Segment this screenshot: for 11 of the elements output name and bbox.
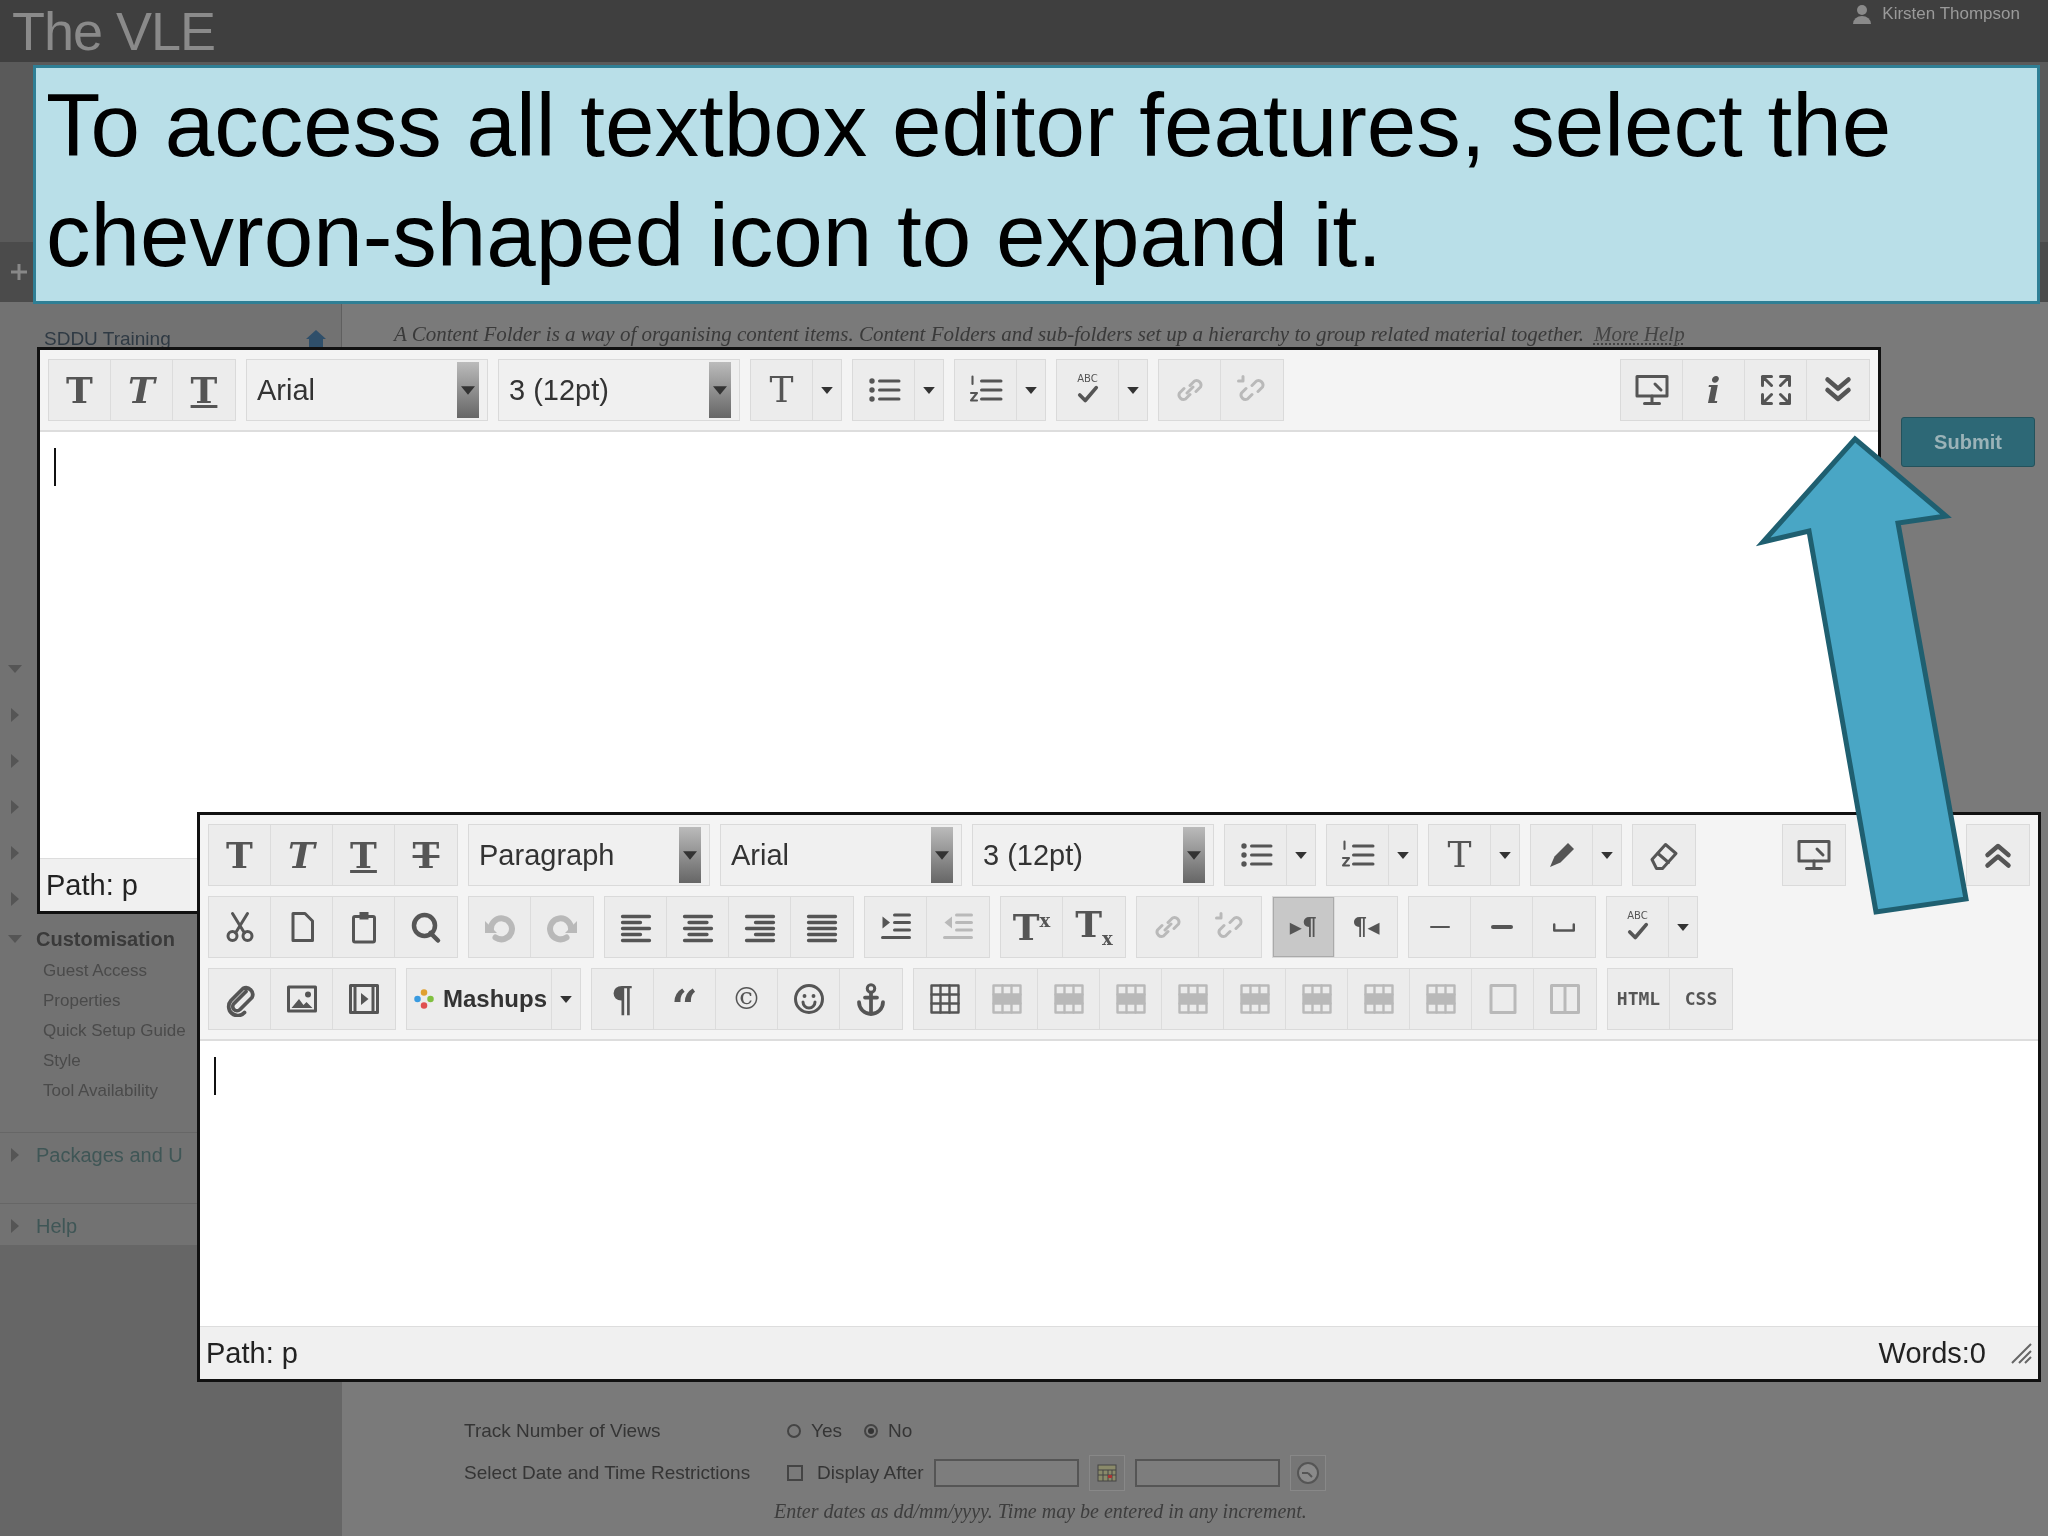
word-count: Words:0: [1878, 1336, 1986, 1370]
element-path: Path: p: [46, 868, 138, 902]
option-label: Yes: [811, 1420, 842, 1442]
field-label: Track Number of Views: [464, 1420, 662, 1442]
hint-text: Enter dates as dd/mm/yyyy. Time may be entered in any increment.: [773, 1498, 1308, 1525]
checkbox-label: Display After: [817, 1462, 924, 1484]
field-label: Select Date and Time Restrictions: [464, 1462, 752, 1484]
option-label: No: [888, 1420, 913, 1442]
instruction-callout: To access all textbox editor features, select the chevron-shaped icon to expand it.: [33, 65, 2040, 304]
element-path: Path: p: [206, 1336, 298, 1370]
description-text: A Content Folder is a way of organising content items. Content Folders and sub-folders set up a hierarchy to group related material together.: [394, 322, 1584, 347]
